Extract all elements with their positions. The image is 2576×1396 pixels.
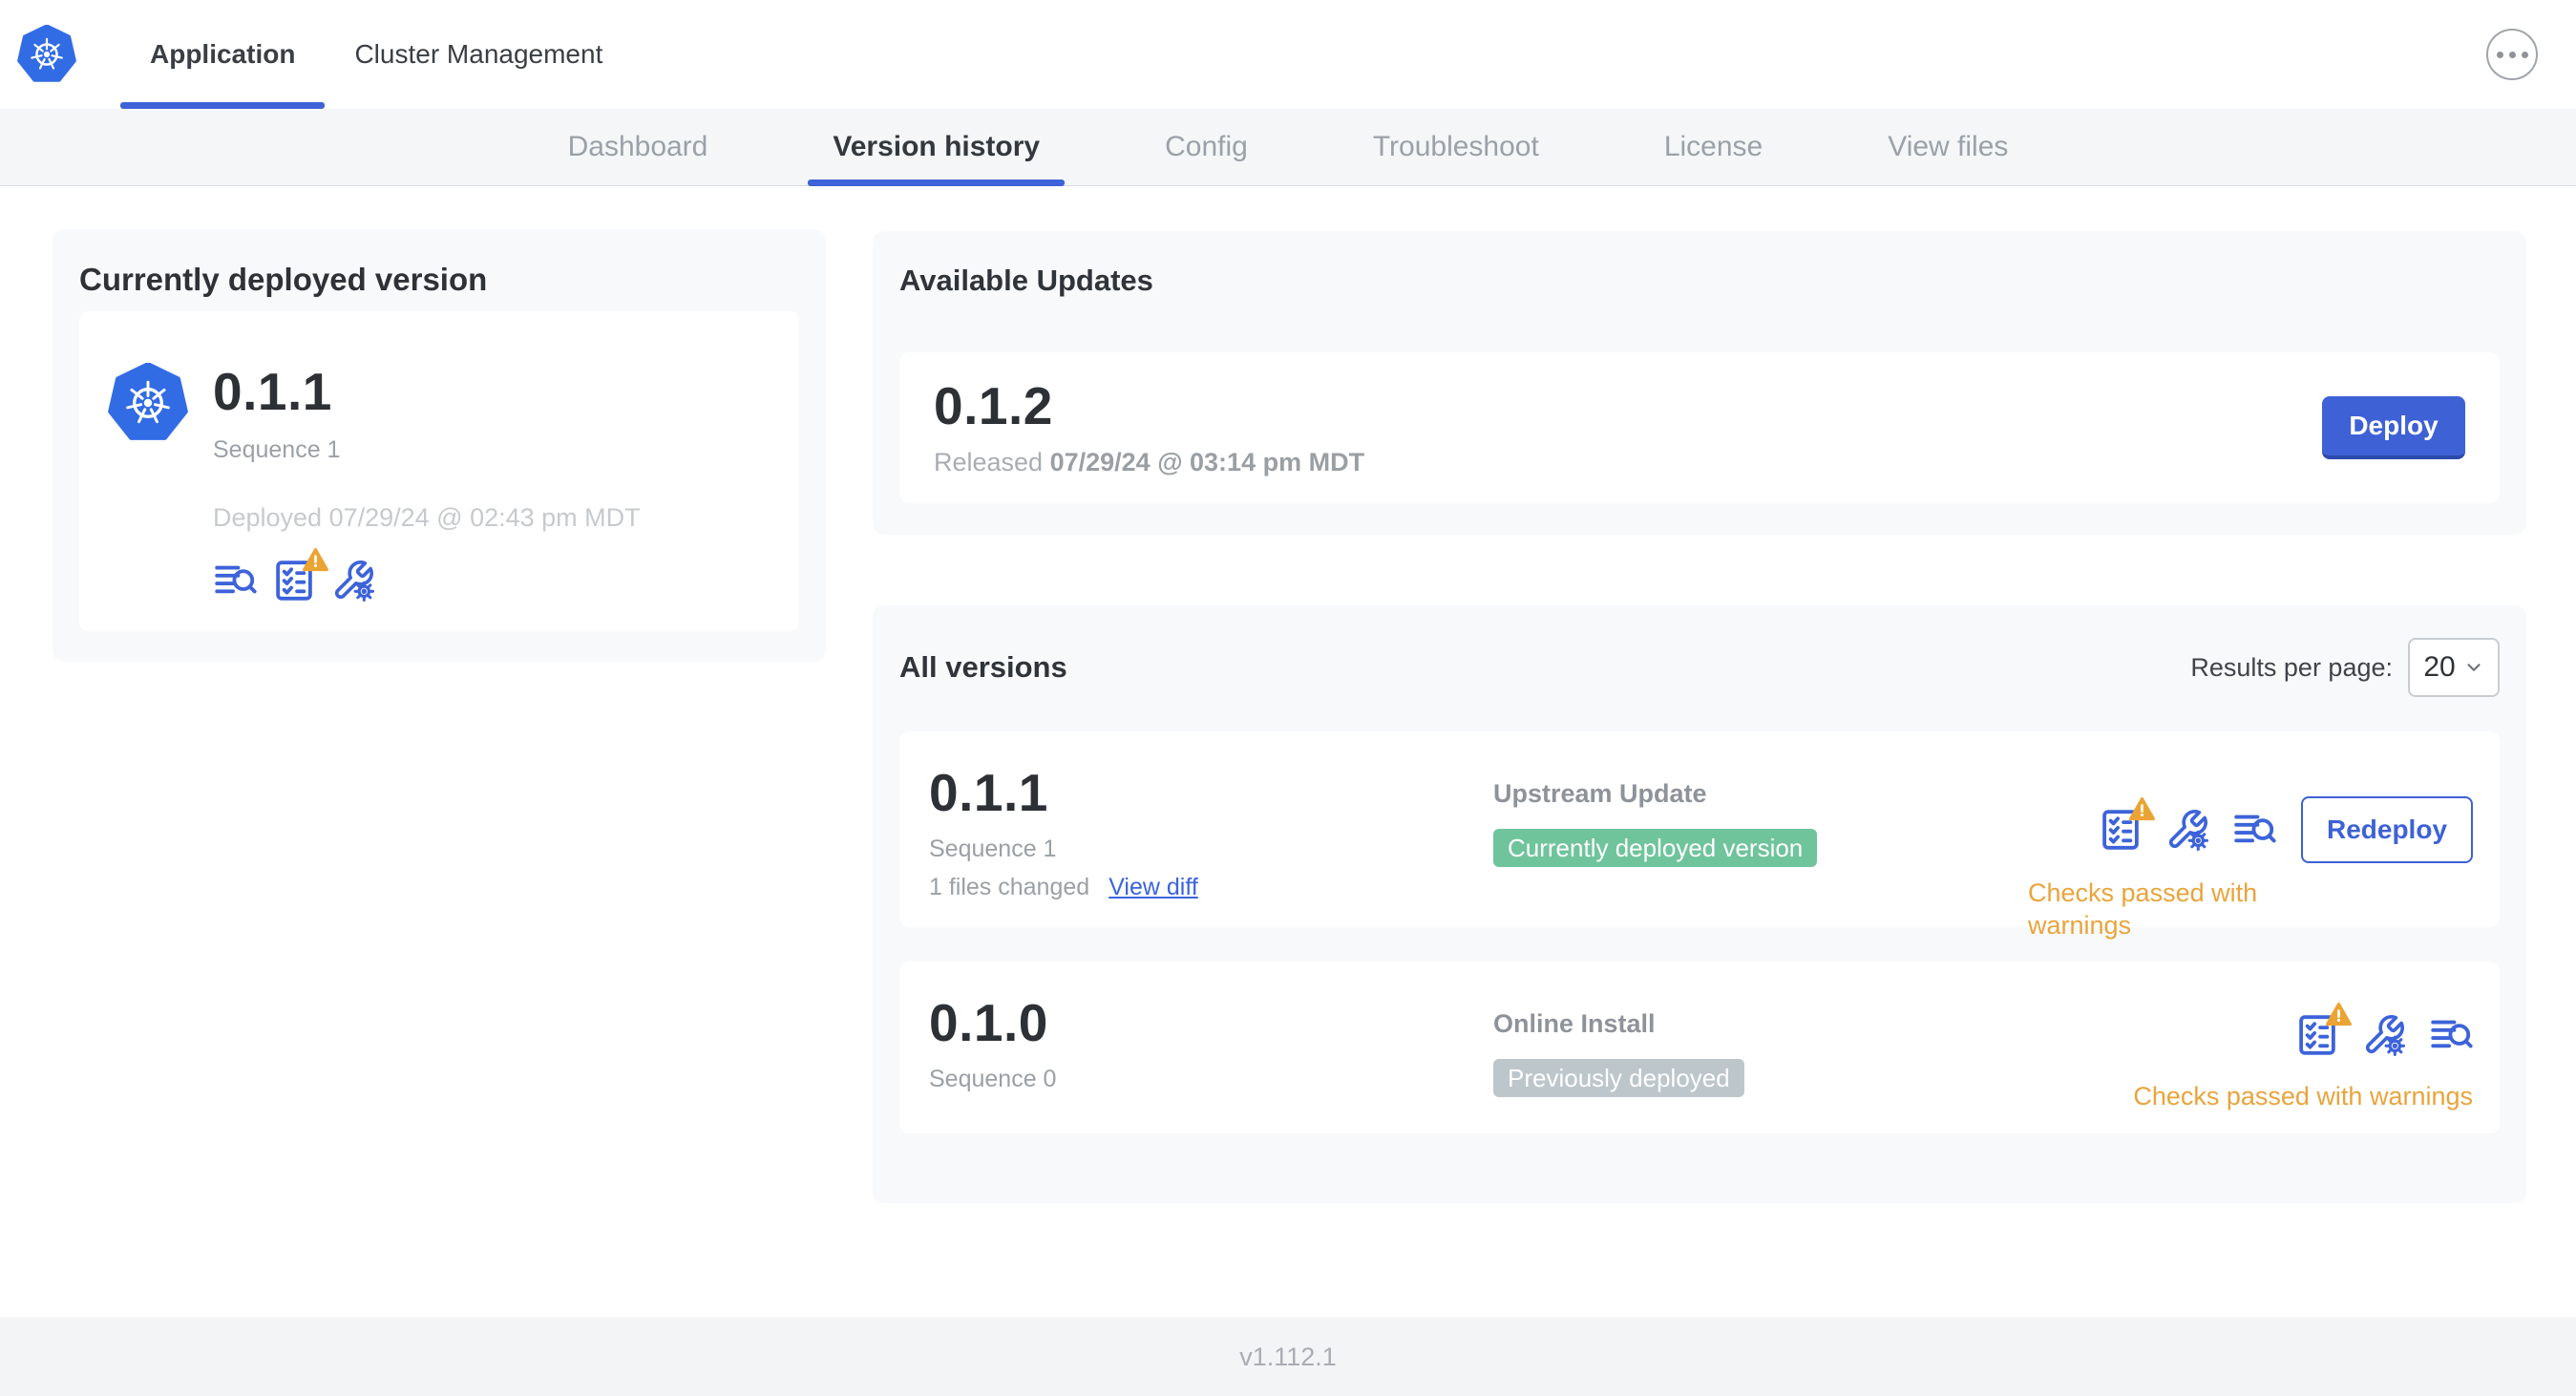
row-source-label: Upstream Update [1493, 779, 1707, 808]
results-per-page-value: 20 [2423, 651, 2456, 683]
update-released-line: Released 07/29/24 @ 03:14 pm MDT [934, 448, 1365, 476]
tab-cluster-management[interactable]: Cluster Management [325, 0, 632, 109]
tab-config[interactable]: Config [1140, 109, 1273, 185]
preflight-checklist-icon[interactable] [2295, 1013, 2339, 1057]
row-version-number: 0.1.0 [929, 993, 1048, 1052]
currently-deployed-title: Currently deployed version [79, 262, 488, 297]
deployed-timestamp: Deployed 07/29/24 @ 02:43 pm MDT [213, 503, 641, 532]
all-versions-title: All versions [899, 650, 1067, 684]
app-subnav: Dashboard Version history Config Trouble… [0, 109, 2576, 186]
checks-status-text: Checks passed with warnings [2028, 878, 2258, 940]
version-row: 0.1.0 Sequence 0 Online Install Previous… [899, 962, 2500, 1133]
deployed-version-tile: 0.1.1 Sequence 1 Deployed 07/29/24 @ 02:… [79, 311, 799, 631]
chevron-down-icon [2463, 657, 2484, 678]
logs-magnifier-icon[interactable] [213, 559, 257, 603]
app-kubernetes-logo [108, 363, 188, 443]
wrench-gear-icon[interactable] [331, 559, 375, 603]
wrench-gear-icon[interactable] [2165, 808, 2209, 852]
results-per-page-label: Results per page: [2190, 652, 2393, 682]
version-history-page: Currently deployed version 0.1.1 Sequenc… [0, 186, 2576, 1318]
view-diff-link[interactable]: View diff [1109, 874, 1198, 901]
warning-triangle-icon [301, 546, 330, 574]
previously-deployed-badge: Previously deployed [1493, 1059, 1744, 1097]
deployed-sequence: Sequence 1 [213, 436, 341, 463]
logs-magnifier-icon[interactable] [2429, 1013, 2473, 1057]
warning-triangle-icon [2127, 795, 2157, 823]
warning-triangle-icon [2324, 1001, 2354, 1028]
top-tabs: Application Cluster Management [120, 0, 632, 109]
tab-license[interactable]: License [1639, 109, 1787, 185]
preflight-checklist-icon[interactable] [2099, 808, 2143, 852]
ellipsis-menu-icon[interactable] [2486, 29, 2538, 80]
checks-status-text: Checks passed with warnings [2133, 1082, 2473, 1110]
currently-deployed-card: Currently deployed version 0.1.1 Sequenc… [53, 229, 826, 662]
tab-view-files[interactable]: View files [1863, 109, 2033, 185]
tab-troubleshoot[interactable]: Troubleshoot [1348, 109, 1564, 185]
row-source-label: Online Install [1493, 1009, 1656, 1038]
update-row: 0.1.2 Released 07/29/24 @ 03:14 pm MDT D… [899, 352, 2500, 503]
row-sequence: Sequence 0 [929, 1066, 1057, 1092]
top-bar: Application Cluster Management [0, 0, 2576, 109]
tab-application[interactable]: Application [120, 0, 326, 109]
update-released-date: 07/29/24 @ 03:14 pm MDT [1049, 448, 1365, 476]
available-updates-title: Available Updates [899, 264, 1153, 297]
all-versions-card: All versions Results per page: 20 0.1.1 … [873, 605, 2526, 1203]
update-version-number: 0.1.2 [934, 376, 1053, 435]
logs-magnifier-icon[interactable] [2232, 808, 2276, 852]
deploy-button[interactable]: Deploy [2322, 396, 2465, 459]
app-footer: v1.112.1 [0, 1318, 2576, 1396]
kubernetes-logo [17, 0, 76, 109]
files-changed-label: 1 files changed [929, 874, 1090, 900]
currently-deployed-badge: Currently deployed version [1493, 829, 1818, 867]
redeploy-button[interactable]: Redeploy [2301, 796, 2473, 863]
tab-version-history[interactable]: Version history [808, 109, 1065, 186]
console-version: v1.112.1 [1239, 1342, 1337, 1371]
results-per-page-select[interactable]: 20 [2408, 638, 2500, 697]
deployed-version-number: 0.1.1 [213, 362, 332, 421]
preflight-checklist-icon[interactable] [272, 559, 316, 603]
tab-dashboard[interactable]: Dashboard [543, 109, 733, 185]
version-row: 0.1.1 Sequence 1 1 files changed View di… [899, 731, 2500, 940]
wrench-gear-icon[interactable] [2362, 1013, 2406, 1057]
row-sequence: Sequence 1 [929, 835, 1057, 862]
available-updates-card: Available Updates 0.1.2 Released 07/29/2… [873, 231, 2526, 535]
row-version-number: 0.1.1 [929, 763, 1048, 822]
